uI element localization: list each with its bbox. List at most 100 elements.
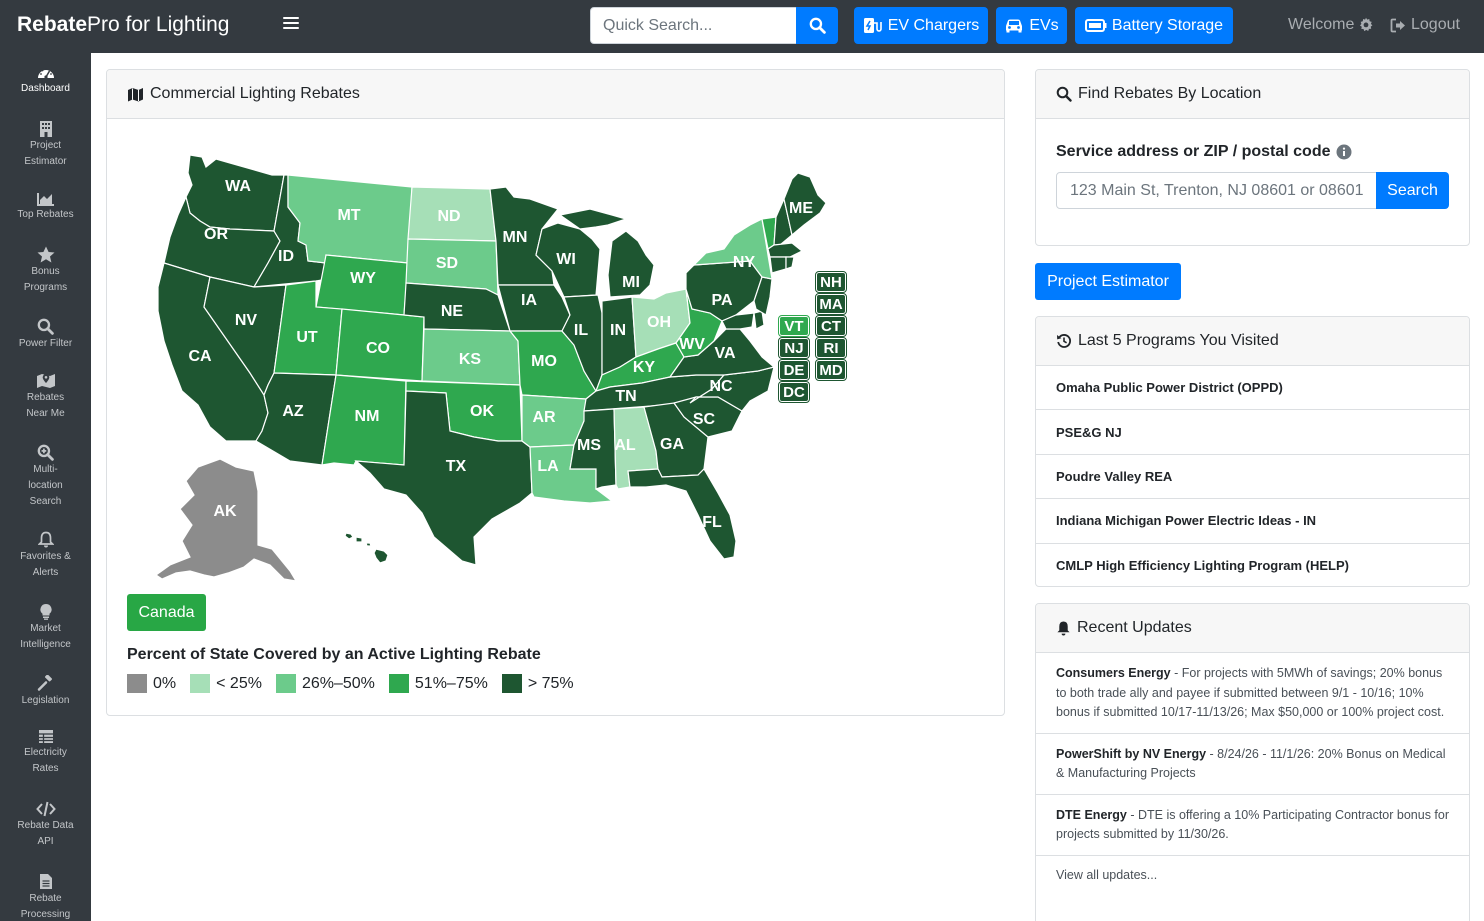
legend-swatch [501,674,522,693]
canada-button[interactable]: Canada [127,594,206,631]
building-icon [39,121,52,137]
state-label-VA: VA [714,345,735,362]
evs-button[interactable]: EVs [996,7,1067,44]
menu-toggle-icon[interactable] [283,17,299,31]
sidebar-label: Favorites & Alerts [20,551,71,578]
state-label-LA: LA [537,458,559,475]
sidebar-item-power-filter[interactable]: Power Filter [0,318,91,352]
state-tag-CT[interactable]: CT [815,315,847,337]
sidebar-item-market-intelligence[interactable]: Market Intelligence [0,603,91,653]
state-tag-VT[interactable]: VT [778,315,810,337]
quick-search-input[interactable] [590,7,797,44]
sidebar-item-multi-location-search[interactable]: Multi-location Search [0,444,91,510]
state-label-ME: ME [789,200,813,217]
ev-chargers-label: EV Chargers [887,16,980,34]
view-all-updates-link[interactable]: View all updates... [1036,856,1469,894]
program-link[interactable]: Indiana Michigan Power Electric Ideas - … [1036,499,1469,544]
sidebar-item-rebate-data-api[interactable]: Rebate Data API [0,801,91,850]
bell-icon [1057,621,1070,636]
sidebar-item-bonus-programs[interactable]: Bonus Programs [0,246,91,296]
state-label-MO: MO [531,353,557,370]
update-source[interactable]: DTE Energy [1056,808,1127,822]
program-link[interactable]: CMLP High Efficiency Lighting Program (H… [1036,544,1469,586]
state-label-WA: WA [225,178,251,195]
card-header: Last 5 Programs You Visited [1036,317,1469,366]
state-tag-NH[interactable]: NH [815,271,847,293]
program-link[interactable]: PSE&G NJ [1036,410,1469,455]
brand-logo[interactable]: RebatePro for Lighting [17,13,229,37]
top-navbar: RebatePro for Lighting EV Chargers EVs B… [0,0,1484,53]
state-label-NM: NM [355,408,380,425]
state-tag-RI[interactable]: RI [815,337,847,359]
state-label-NC: NC [709,378,733,395]
state-MA[interactable] [767,242,804,258]
state-label-WV: WV [679,336,705,353]
info-icon[interactable] [1336,144,1352,160]
sidebar-label: Legislation [21,695,70,706]
address-search-button[interactable]: Search [1376,172,1449,209]
legend-label: 0% [153,674,177,692]
sidebar-label: Multi-location Search [28,464,63,507]
sidebar-item-favorites-alerts[interactable]: Favorites & Alerts [0,531,91,581]
state-label-FL: FL [702,514,722,531]
sidebar-item-rebate-processing[interactable]: Rebate Processing [0,873,91,921]
state-tag-MA[interactable]: MA [815,293,847,315]
sidebar: Dashboard Project Estimator Top Rebates … [0,53,91,921]
sidebar-item-rebates-near-me[interactable]: Rebates Near Me [0,372,91,422]
logout-link[interactable]: Logout [1390,16,1460,34]
code-icon [35,801,56,817]
address-input[interactable] [1056,172,1377,209]
sidebar-item-project-estimator[interactable]: Project Estimator [0,120,91,170]
program-link[interactable]: Omaha Public Power District (OPPD) [1036,366,1469,411]
state-label-MS: MS [577,437,601,454]
card-title: Commercial Lighting Rebates [150,85,360,102]
legend-label: > 75% [527,674,574,692]
ev-chargers-button[interactable]: EV Chargers [854,7,988,44]
program-link[interactable]: Poudre Valley REA [1036,455,1469,500]
bell-icon [37,531,54,548]
quick-search-button[interactable] [796,7,838,44]
legend-label: < 25% [216,674,262,692]
update-source[interactable]: Consumers Energy [1056,666,1171,680]
card-title: Last 5 Programs You Visited [1078,332,1279,349]
state-DE[interactable] [753,310,765,330]
state-tag-MD[interactable]: MD [815,359,847,381]
gavel-icon [37,675,52,691]
state-label-ID: ID [278,248,294,265]
us-choropleth-map: WA OR CA ID NV MT WY UT AZ CO NM ND SD N… [150,145,850,585]
project-estimator-button[interactable]: Project Estimator [1035,263,1181,300]
sidebar-item-electricity-rates[interactable]: Electricity Rates [0,729,91,777]
legend-item: 26%–50% [275,674,375,693]
sidebar-label: Top Rebates [17,209,74,220]
update-source[interactable]: PowerShift by NV Energy [1056,747,1206,761]
map-icon [128,87,143,101]
state-label-OH: OH [647,314,671,331]
legend-item: < 25% [190,674,262,693]
sidebar-item-top-rebates[interactable]: Top Rebates [0,192,91,223]
legend-swatch [127,674,147,693]
welcome-settings-link[interactable]: Welcome [1288,16,1374,34]
sidebar-label: Rebate Data API [17,820,74,847]
legend-swatch [275,674,296,693]
battery-storage-button[interactable]: Battery Storage [1075,7,1233,44]
state-tag-DE[interactable]: DE [778,359,810,381]
sidebar-item-legislation[interactable]: Legislation [0,675,91,709]
state-RI[interactable] [785,256,795,270]
update-item: DTE Energy - DTE is offering a 10% Parti… [1036,795,1469,856]
state-tag-DC[interactable]: DC [778,381,810,403]
state-label-OR: OR [204,226,228,243]
sidebar-item-dashboard[interactable]: Dashboard [0,65,91,97]
state-label-TX: TX [446,458,467,475]
legend-swatch [388,674,409,693]
legend-item: 0% [127,674,176,693]
state-label-NE: NE [441,303,464,320]
state-CT[interactable] [769,256,787,274]
state-tag-NJ[interactable]: NJ [778,337,810,359]
ev-charger-icon [863,18,882,33]
state-label-AR: AR [532,409,556,426]
lightbulb-icon [39,603,52,620]
state-label-IN: IN [610,322,626,339]
legend-label: 26%–50% [301,674,375,692]
state-label-AL: AL [614,437,636,454]
state-HI[interactable] [344,532,389,564]
